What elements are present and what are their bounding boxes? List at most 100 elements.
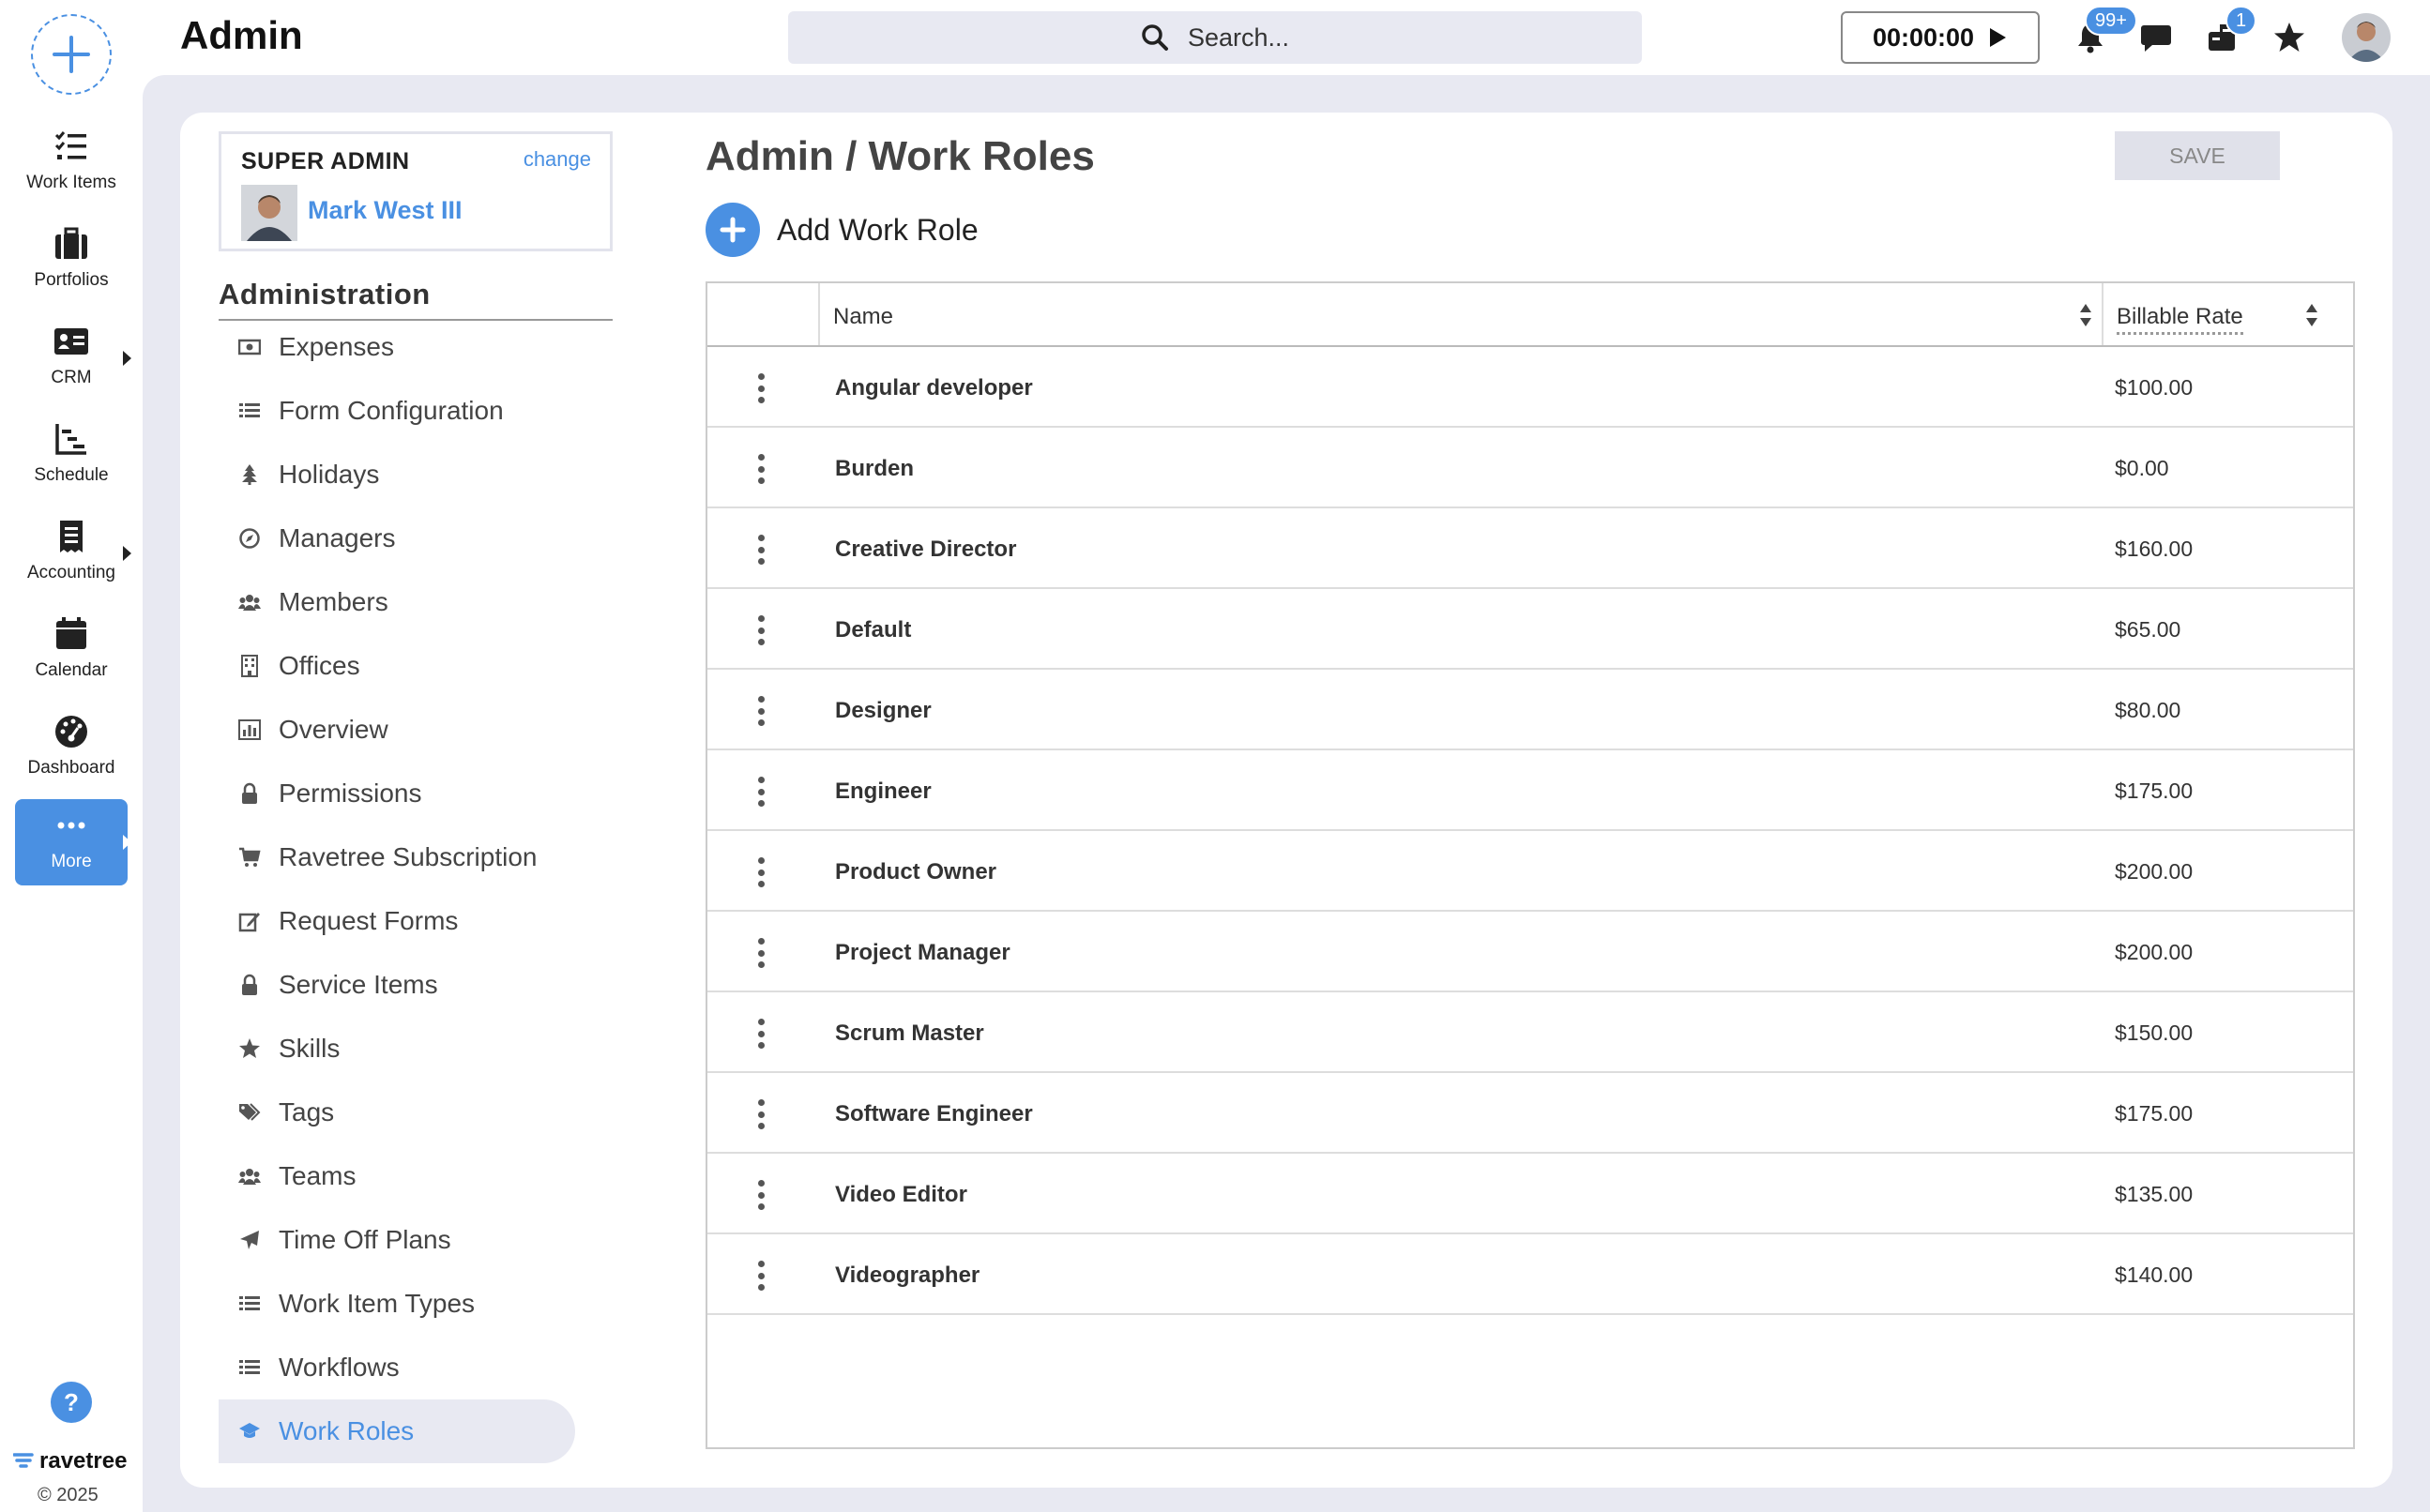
row-actions-icon[interactable] [756,1180,766,1210]
role-name: Burden [835,456,914,481]
row-actions-icon[interactable] [756,1099,766,1129]
table-row[interactable]: Videographer $140.00 [707,1234,2353,1315]
sort-icon[interactable] [2079,302,2092,328]
table-header: Name Billable Rate [707,283,2353,347]
nav-item-work-roles[interactable]: Work Roles [219,1399,575,1463]
role-name: Default [835,617,912,643]
time-tracker-button[interactable]: 00:00:00 [1841,11,2040,64]
column-divider [2102,283,2103,345]
rail-item-calendar[interactable]: Calendar [15,608,128,694]
add-work-role-button[interactable]: Add Work Role [706,203,979,257]
help-icon: ? [64,1387,79,1416]
nav-item-expenses[interactable]: Expenses [219,315,575,379]
nav-label: Teams [279,1161,357,1190]
row-actions-icon[interactable] [756,938,766,968]
row-actions-icon[interactable] [756,373,766,403]
table-row[interactable]: Angular developer $100.00 [707,347,2353,428]
column-header-billable-rate[interactable]: Billable Rate [2117,304,2243,335]
rail-item-more[interactable]: More [15,799,131,885]
sort-icon[interactable] [2305,302,2318,328]
plus-icon [720,217,746,243]
nav-item-skills[interactable]: Skills [219,1017,575,1081]
billable-rate: $200.00 [2115,859,2194,884]
nav-item-teams[interactable]: Teams [219,1144,575,1208]
billable-rate: $160.00 [2115,537,2194,561]
lock-icon [242,974,257,995]
user-avatar-button[interactable] [2342,13,2391,62]
notifications-button[interactable]: 99+ [2070,6,2137,58]
global-search[interactable]: Search... [788,11,1642,64]
money-icon [238,339,261,355]
users-icon [238,1169,261,1185]
save-button[interactable]: SAVE [2115,131,2280,180]
nav-label: Overview [279,715,388,744]
nav-item-time-off-plans[interactable]: Time Off Plans [219,1208,575,1272]
user-name[interactable]: Mark West III [308,196,463,225]
nav-item-overview[interactable]: Overview [219,698,575,762]
rail-item-crm[interactable]: CRM [15,315,131,401]
nav-item-permissions[interactable]: Permissions [219,762,575,825]
table-row[interactable]: Product Owner $200.00 [707,831,2353,912]
nav-item-holidays[interactable]: Holidays [219,443,575,507]
users-icon [238,595,261,611]
rail-item-work-items[interactable]: Work Items [15,120,128,206]
row-actions-icon[interactable] [756,777,766,807]
nav-item-tags[interactable]: Tags [219,1081,575,1144]
rail-label: Portfolios [34,270,109,290]
nav-label: Tags [279,1097,335,1126]
billable-rate: $80.00 [2115,698,2181,722]
table-row[interactable]: Engineer $175.00 [707,750,2353,831]
row-actions-icon[interactable] [756,535,766,565]
row-actions-icon[interactable] [756,857,766,887]
rail-label: Accounting [26,563,115,582]
inbox-button[interactable]: 1 [2201,6,2257,58]
row-actions-icon[interactable] [756,615,766,645]
favorites-button[interactable] [2269,17,2310,58]
nav-label: Form Configuration [279,396,504,425]
table-row[interactable]: Project Manager $200.00 [707,912,2353,992]
nav-item-workflows[interactable]: Workflows [219,1336,575,1399]
rail-item-dashboard[interactable]: Dashboard [15,705,128,792]
table-row[interactable]: Burden $0.00 [707,428,2353,508]
row-actions-icon[interactable] [756,696,766,726]
change-user-link[interactable]: change [524,147,591,172]
column-header-name[interactable]: Name [833,304,893,330]
nav-item-managers[interactable]: Managers [219,507,575,570]
nav-label: Holidays [279,460,380,489]
table-row[interactable]: Video Editor $135.00 [707,1154,2353,1234]
expand-arrow-icon [123,546,131,561]
star-icon [239,1038,260,1058]
role-name: Designer [835,698,932,723]
billable-rate: $140.00 [2115,1263,2194,1287]
nav-item-request-forms[interactable]: Request Forms [219,889,575,953]
table-row[interactable]: Creative Director $160.00 [707,508,2353,589]
nav-item-ravetree-subscription[interactable]: Ravetree Subscription [219,825,575,889]
nav-item-work-item-types[interactable]: Work Item Types [219,1272,575,1336]
help-button[interactable]: ? [51,1382,92,1423]
contact-card-icon [54,328,88,355]
row-actions-icon[interactable] [756,1261,766,1291]
rail-item-accounting[interactable]: Accounting [15,510,131,597]
expand-arrow-icon [123,835,131,850]
create-new-button[interactable] [31,14,112,95]
nav-item-offices[interactable]: Offices [219,634,575,698]
row-actions-icon[interactable] [756,1019,766,1049]
nav-item-members[interactable]: Members [219,570,575,634]
add-circle-icon [706,203,760,257]
row-actions-icon[interactable] [756,454,766,484]
table-row[interactable]: Default $65.00 [707,589,2353,670]
cart-icon [239,847,261,867]
table-row[interactable]: Designer $80.00 [707,670,2353,750]
rail-item-schedule[interactable]: Schedule [15,413,128,499]
nav-item-form-configuration[interactable]: Form Configuration [219,379,575,443]
app-title: Admin [180,13,303,57]
rail-item-portfolios[interactable]: Portfolios [15,218,128,304]
messages-button[interactable] [2135,17,2177,58]
table-row[interactable]: Software Engineer $175.00 [707,1073,2353,1154]
copyright: © 2025 [38,1485,99,1505]
building-icon [241,655,258,677]
page-title: Admin / Work Roles [706,133,1095,179]
table-row[interactable]: Scrum Master $150.00 [707,992,2353,1073]
nav-item-service-items[interactable]: Service Items [219,953,575,1017]
nav-label: Work Item Types [279,1289,476,1318]
